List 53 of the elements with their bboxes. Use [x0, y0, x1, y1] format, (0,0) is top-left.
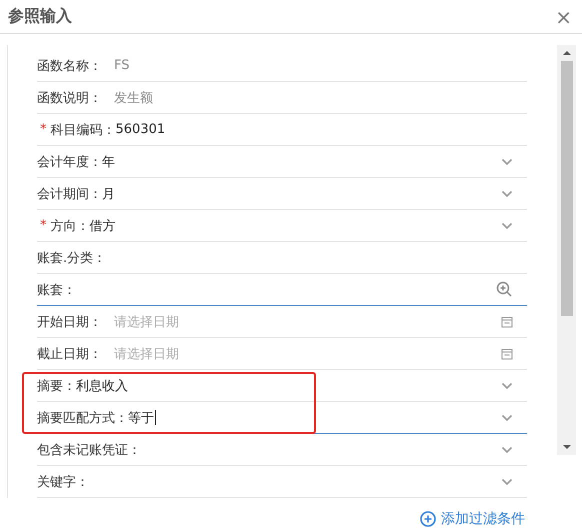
required-mark: * — [40, 122, 46, 137]
field-placeholder: 请选择日期 — [114, 314, 179, 330]
field-placeholder: 请选择日期 — [114, 346, 179, 362]
form-row[interactable]: 摘要：利息收入 — [37, 370, 527, 402]
add-circle-icon — [420, 511, 436, 527]
chevron-down-icon — [501, 222, 513, 230]
form-row[interactable]: * 科目编码：560301 — [37, 114, 527, 146]
field-value: 560301 — [116, 122, 166, 137]
field-value: 借方 — [90, 218, 116, 234]
field-value: 等于 — [128, 410, 154, 426]
form-row[interactable]: * 方向：借方 — [37, 210, 527, 242]
form-row[interactable]: 开始日期： 请选择日期 — [37, 306, 527, 338]
search-icon[interactable] — [495, 280, 513, 298]
field-label: 函数名称： — [37, 58, 102, 74]
window-title: 参照输入 — [8, 6, 72, 27]
field-label: 函数说明： — [37, 90, 102, 106]
chevron-down-icon — [501, 158, 513, 166]
add-filter-link[interactable]: 添加过滤条件 — [420, 510, 525, 528]
required-mark: * — [40, 218, 46, 233]
close-button[interactable]: × — [553, 6, 574, 26]
field-label: 方向： — [50, 218, 90, 234]
form-row[interactable]: 账套： — [37, 274, 527, 306]
form-row[interactable]: 截止日期： 请选择日期 — [37, 338, 527, 370]
form-row[interactable]: 账套.分类： — [37, 242, 527, 274]
form-row[interactable]: 关键字： — [37, 466, 527, 498]
field-label: 会计期间： — [37, 186, 102, 202]
field-value: 年 — [102, 154, 115, 170]
form-row[interactable]: 会计期间：月 — [37, 178, 527, 210]
field-label: 开始日期： — [37, 314, 102, 330]
form-row[interactable]: 摘要匹配方式：等于 — [37, 402, 527, 434]
chevron-down-icon — [501, 414, 513, 422]
field-value: FS — [114, 58, 130, 73]
form-row[interactable]: 会计年度：年 — [37, 146, 527, 178]
field-label: 摘要： — [37, 378, 76, 394]
field-label: 截止日期： — [37, 346, 102, 362]
chevron-down-icon — [501, 478, 513, 486]
chevron-down-icon — [501, 382, 513, 390]
field-label: 摘要匹配方式： — [37, 410, 128, 426]
calendar-icon[interactable] — [501, 316, 513, 328]
calendar-icon[interactable] — [501, 348, 513, 360]
field-label: 会计年度： — [37, 154, 102, 170]
field-label: 科目编码： — [50, 122, 116, 138]
field-label: 账套.分类： — [37, 250, 106, 266]
field-label: 包含未记账凭证： — [37, 442, 141, 458]
field-value: 利息收入 — [76, 378, 128, 394]
field-label: 关键字： — [37, 474, 89, 490]
form-row[interactable]: 包含未记账凭证： — [37, 434, 527, 466]
field-label: 账套： — [37, 282, 76, 298]
scrollbar[interactable] — [557, 45, 576, 455]
field-value: 月 — [102, 186, 115, 202]
chevron-down-icon — [501, 446, 513, 454]
chevron-down-icon — [501, 190, 513, 198]
field-value: 发生额 — [114, 90, 153, 106]
